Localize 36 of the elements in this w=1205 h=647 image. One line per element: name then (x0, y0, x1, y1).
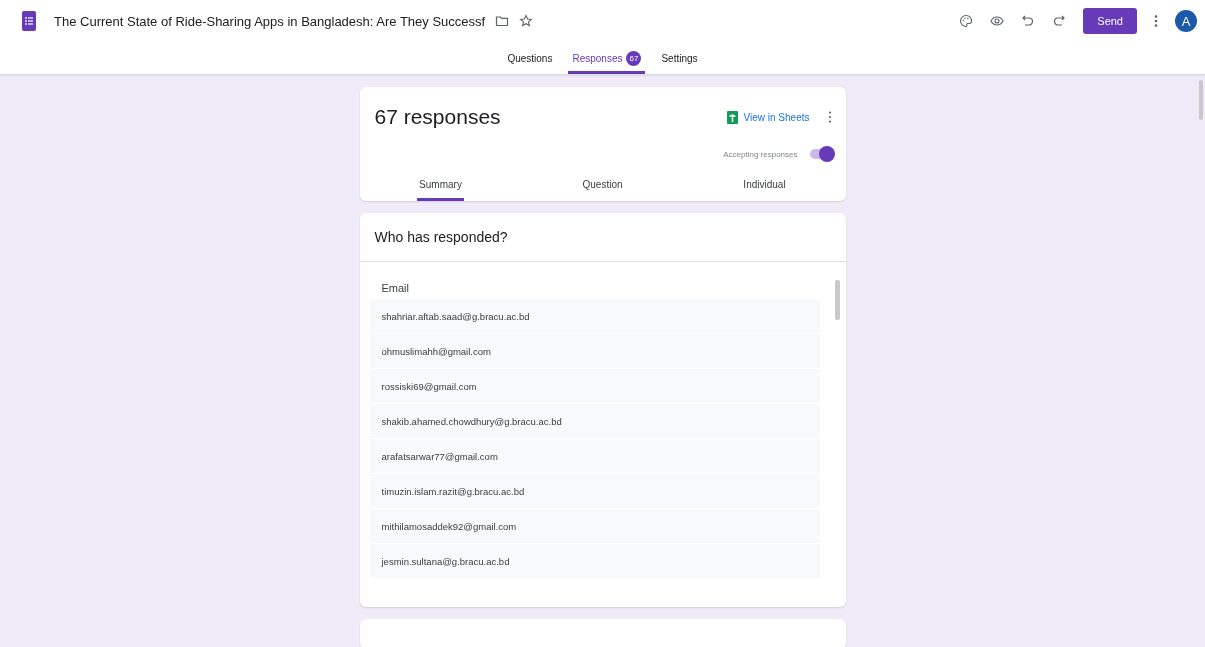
card-title: Who has responded? (359, 213, 846, 262)
email-row: rossiski69@gmail.com (369, 369, 820, 404)
palette-icon[interactable] (959, 14, 974, 28)
email-row: jesmin.sultana@g.bracu.ac.bd (369, 544, 820, 579)
more-icon[interactable] (827, 111, 832, 123)
list-scrollbar[interactable] (834, 280, 840, 320)
undo-icon[interactable] (1021, 14, 1036, 28)
form-title: The Current State of Ride-Sharing Apps in Bangladesh: Are They Successf (54, 13, 486, 29)
form-tab[interactable]: Settings (657, 45, 702, 74)
form-tab[interactable]: Questions (503, 45, 557, 74)
accepting-responses-label: Accepting responses (723, 149, 798, 159)
view-in-sheets-link[interactable]: View in Sheets (726, 110, 810, 124)
email-row: timuzin.islam.razit@g.bracu.ac.bd (369, 474, 820, 509)
email-row: ohmuslimahh@gmail.com (369, 334, 820, 369)
form-tab[interactable]: Responses 67 (568, 45, 646, 74)
page-scrollbar[interactable] (1199, 80, 1203, 120)
forms-logo-icon (22, 11, 36, 31)
send-button[interactable]: Send (1083, 8, 1137, 34)
view-tab[interactable]: Question (580, 173, 625, 201)
folder-icon[interactable] (495, 14, 510, 28)
more-icon[interactable] (1154, 15, 1158, 27)
star-icon[interactable] (519, 14, 534, 28)
response-count: 67 responses (374, 105, 501, 129)
column-header: Email (380, 282, 410, 296)
account-avatar[interactable]: A (1175, 10, 1197, 32)
email-row: shakib.ahamed.chowdhury@g.bracu.ac.bd (369, 404, 820, 439)
view-tab[interactable]: Summary (417, 173, 464, 201)
view-tab[interactable]: Individual (741, 173, 788, 201)
redo-icon[interactable] (1052, 14, 1067, 28)
email-row: arafatsarwar77@gmail.com (369, 439, 820, 474)
email-row: shahriar.aftab.saad@g.bracu.ac.bd (369, 299, 820, 334)
accepting-toggle[interactable] (809, 149, 832, 159)
sheets-icon (726, 110, 738, 124)
eye-icon[interactable] (990, 14, 1005, 28)
email-row: mithilamosaddek92@gmail.com (369, 509, 820, 544)
response-count-badge: 67 (626, 50, 642, 66)
